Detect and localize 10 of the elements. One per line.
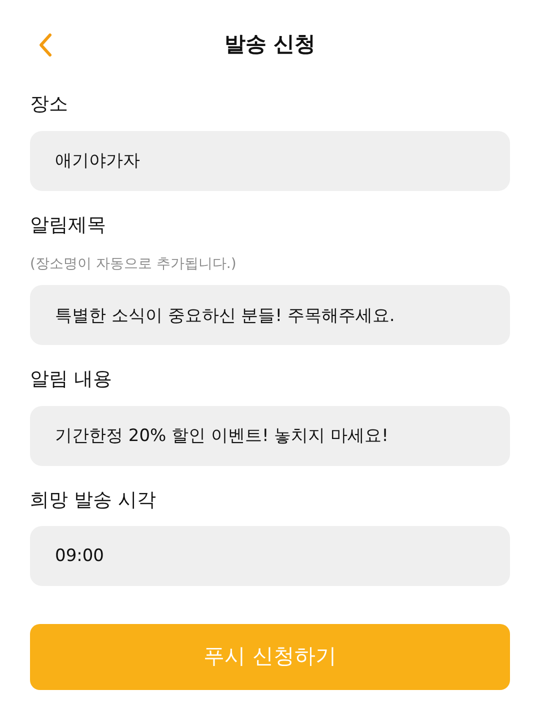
page-title: 발송 신청 xyxy=(224,31,316,58)
field-label: 희망 발송 시각 xyxy=(30,488,156,512)
input-field[interactable]: 특별한 소식이 중요하신 분들! 주목해주세요. xyxy=(30,285,510,345)
field-hint: (장소명이 자동으로 추가됩니다.) xyxy=(30,255,236,274)
input-field[interactable]: 기간한정 20% 할인 이벤트! 놓치지 마세요! xyxy=(30,406,510,466)
input-field[interactable]: 애기야가자 xyxy=(30,130,510,190)
field-label: 알림제목 xyxy=(30,212,106,238)
field-label: 알림 내용 xyxy=(30,367,112,392)
input-field[interactable]: 09:00 xyxy=(30,526,510,586)
field-label: 장소 xyxy=(30,92,68,117)
